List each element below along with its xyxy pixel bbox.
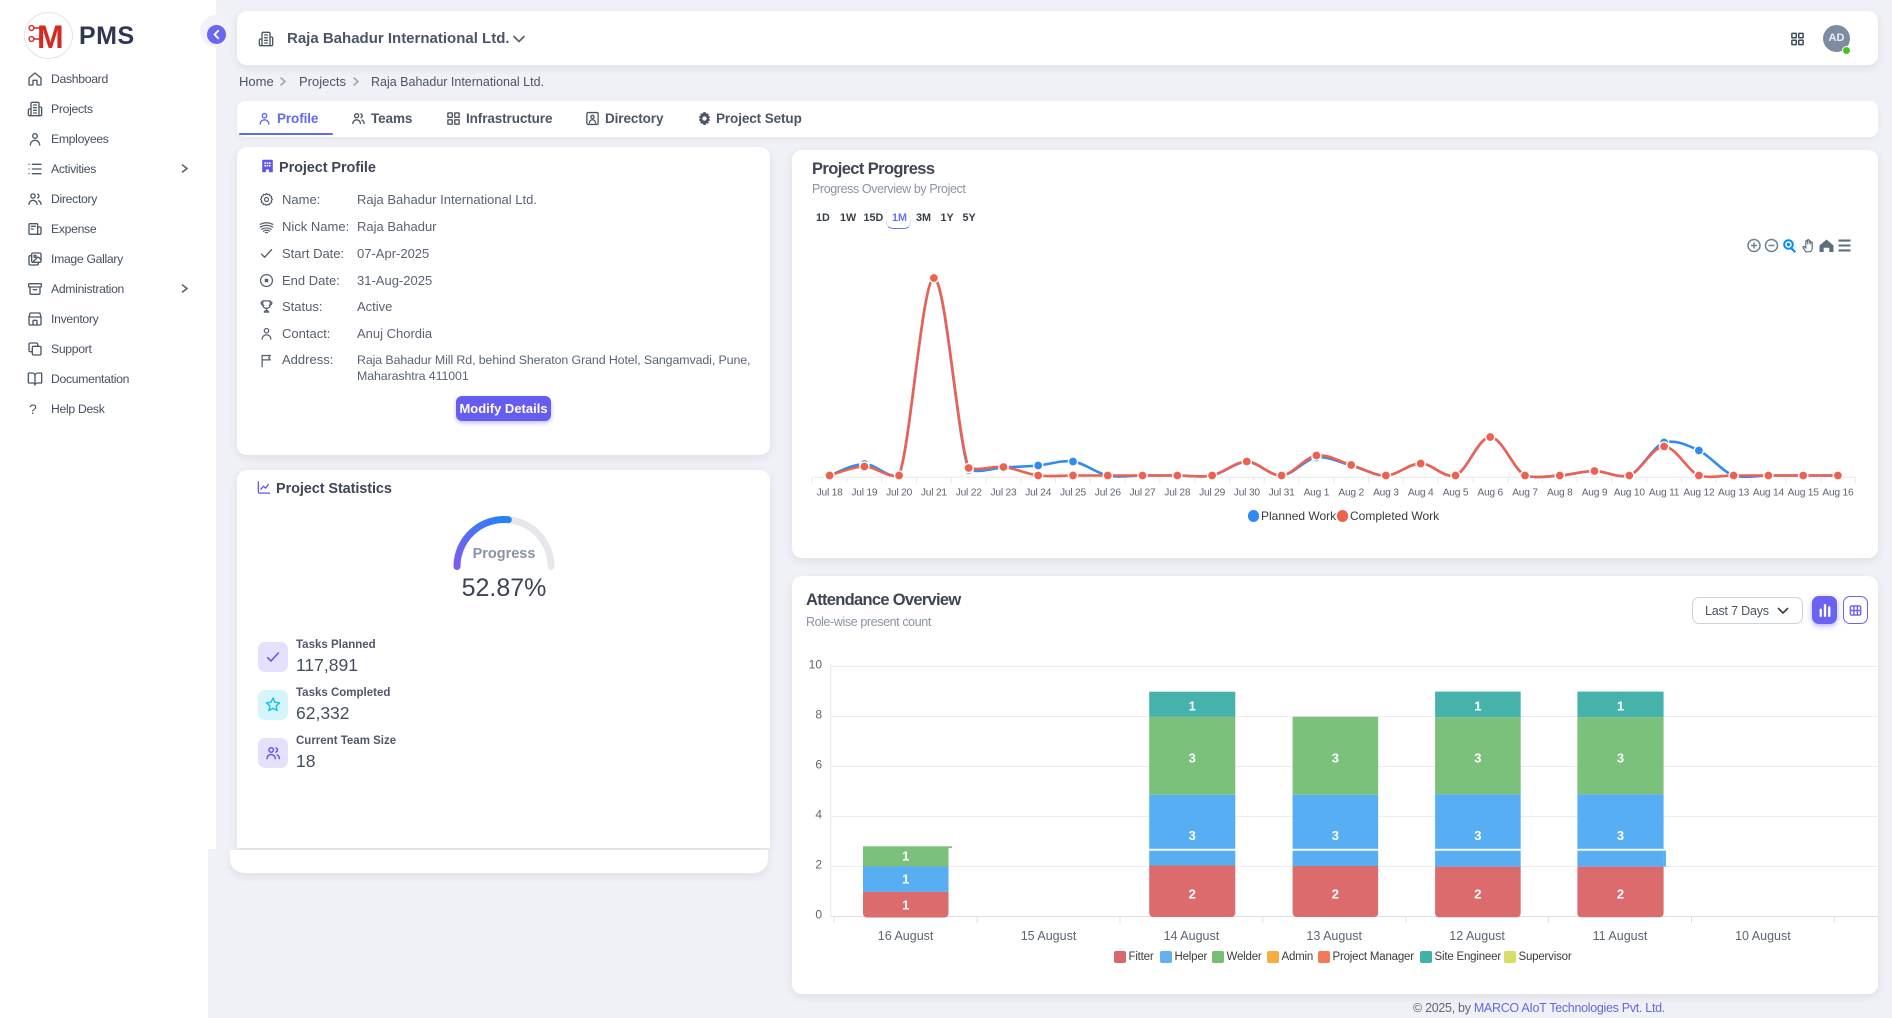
svg-text:8: 8: [815, 708, 822, 722]
svg-text:2: 2: [1332, 887, 1339, 902]
svg-text:4: 4: [815, 808, 822, 822]
svg-text:3: 3: [1474, 828, 1481, 843]
svg-text:Jul 19: Jul 19: [851, 488, 878, 499]
svg-text:11 August: 11 August: [1593, 929, 1648, 943]
svg-text:6: 6: [815, 758, 822, 772]
svg-text:Jul 24: Jul 24: [1025, 488, 1052, 499]
svg-text:Jul 31: Jul 31: [1269, 488, 1296, 499]
svg-text:3: 3: [1189, 751, 1196, 766]
svg-text:2: 2: [1189, 887, 1196, 902]
svg-text:Jul 21: Jul 21: [921, 488, 948, 499]
svg-text:14 August: 14 August: [1164, 929, 1220, 943]
svg-text:Aug 4: Aug 4: [1408, 488, 1434, 499]
svg-text:Aug 15: Aug 15: [1788, 488, 1820, 499]
svg-text:3: 3: [1189, 828, 1196, 843]
svg-text:1: 1: [1189, 699, 1196, 714]
svg-text:3: 3: [1617, 828, 1624, 843]
svg-text:3: 3: [1617, 751, 1624, 766]
svg-text:2: 2: [1617, 887, 1624, 902]
svg-text:Aug 13: Aug 13: [1718, 488, 1750, 499]
svg-text:Aug 7: Aug 7: [1512, 488, 1538, 499]
svg-text:Jul 30: Jul 30: [1234, 488, 1261, 499]
svg-text:Jul 29: Jul 29: [1199, 488, 1226, 499]
svg-text:Jul 25: Jul 25: [1060, 488, 1087, 499]
svg-text:M: M: [37, 19, 64, 55]
svg-text:10 August: 10 August: [1735, 929, 1791, 943]
svg-text:Jul 23: Jul 23: [991, 488, 1018, 499]
svg-text:Jul 26: Jul 26: [1095, 488, 1122, 499]
svg-text:1: 1: [1474, 699, 1481, 714]
svg-text:1: 1: [902, 898, 909, 913]
svg-text:Aug 6: Aug 6: [1477, 488, 1503, 499]
svg-text:16 August: 16 August: [878, 929, 934, 943]
svg-text:Aug 12: Aug 12: [1683, 488, 1715, 499]
svg-text:1: 1: [902, 849, 909, 864]
svg-text:3: 3: [1474, 751, 1481, 766]
svg-text:12 August: 12 August: [1449, 929, 1505, 943]
svg-text:3: 3: [1332, 828, 1339, 843]
svg-text:1: 1: [1617, 699, 1624, 714]
svg-text:Jul 27: Jul 27: [1130, 488, 1157, 499]
svg-text:15 August: 15 August: [1021, 929, 1077, 943]
svg-text:13 August: 13 August: [1306, 929, 1362, 943]
svg-text:Aug 2: Aug 2: [1338, 488, 1364, 499]
svg-text:0: 0: [815, 908, 822, 922]
svg-text:Jul 18: Jul 18: [817, 488, 844, 499]
svg-text:Jul 28: Jul 28: [1164, 488, 1191, 499]
svg-text:2: 2: [1474, 887, 1481, 902]
svg-text:Aug 16: Aug 16: [1822, 488, 1854, 499]
svg-text:Aug 11: Aug 11: [1649, 488, 1680, 499]
svg-text:Aug 10: Aug 10: [1614, 488, 1646, 499]
svg-text:Jul 20: Jul 20: [886, 488, 913, 499]
svg-text:Aug 1: Aug 1: [1304, 488, 1330, 499]
svg-text:Aug 9: Aug 9: [1582, 488, 1608, 499]
svg-text:Aug 5: Aug 5: [1443, 488, 1469, 499]
svg-text:Aug 14: Aug 14: [1753, 488, 1785, 499]
svg-text:1: 1: [902, 872, 909, 887]
svg-text:2: 2: [815, 858, 822, 872]
svg-text:Jul 22: Jul 22: [956, 488, 983, 499]
svg-text:Aug 8: Aug 8: [1547, 488, 1573, 499]
svg-text:10: 10: [809, 658, 823, 672]
svg-text:3: 3: [1332, 751, 1339, 766]
svg-text:Aug 3: Aug 3: [1373, 488, 1399, 499]
